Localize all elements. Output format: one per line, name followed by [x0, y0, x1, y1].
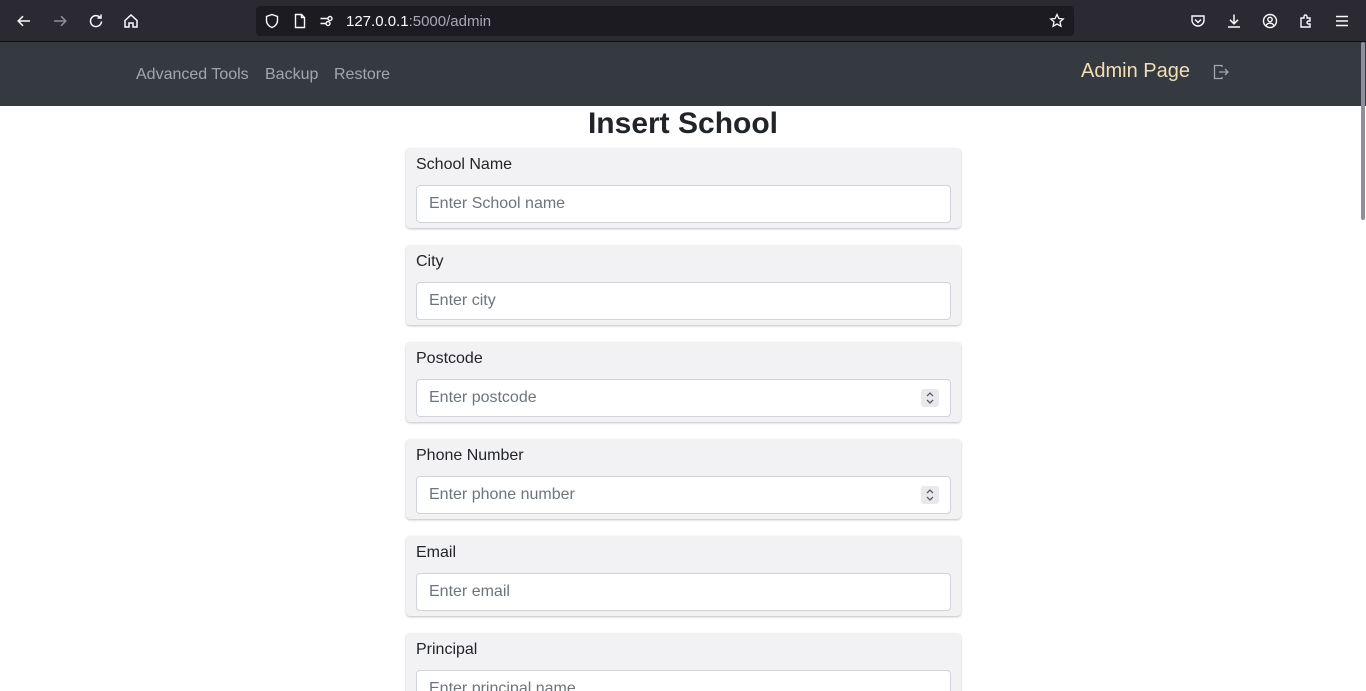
- phone-number-input[interactable]: [416, 476, 951, 514]
- navbar-brand[interactable]: Admin Page: [1081, 60, 1190, 83]
- logout-icon[interactable]: [1212, 63, 1230, 81]
- shield-icon[interactable]: [264, 13, 280, 29]
- pocket-icon[interactable]: [1186, 9, 1210, 33]
- browser-toolbar: 127.0.0.1:5000/admin: [0, 0, 1366, 42]
- downloads-icon[interactable]: [1222, 9, 1246, 33]
- phone-number-group: Phone Number: [406, 439, 961, 519]
- page-title: Insert School: [587, 107, 779, 140]
- phone-number-spinner-icon[interactable]: [921, 486, 939, 504]
- menu-icon[interactable]: [1330, 9, 1354, 33]
- page-icon[interactable]: [292, 13, 308, 29]
- bookmark-star-icon[interactable]: [1049, 13, 1065, 29]
- home-icon[interactable]: [119, 9, 143, 33]
- email-label: Email: [416, 544, 457, 561]
- postcode-spinner-icon[interactable]: [921, 389, 939, 407]
- principal-input[interactable]: [416, 670, 951, 691]
- permissions-icon[interactable]: [319, 13, 335, 29]
- address-bar[interactable]: 127.0.0.1:5000/admin: [256, 6, 1074, 36]
- email-group: Email: [406, 536, 961, 616]
- school-name-group: School Name: [406, 148, 961, 228]
- nav-link-restore[interactable]: Restore: [334, 66, 390, 84]
- back-icon[interactable]: [12, 9, 36, 33]
- nav-link-backup[interactable]: Backup: [265, 66, 318, 84]
- city-label: City: [416, 253, 444, 270]
- city-group: City: [406, 245, 961, 325]
- principal-label: Principal: [416, 641, 478, 658]
- phone-number-label: Phone Number: [416, 447, 524, 464]
- postcode-label: Postcode: [416, 350, 483, 367]
- forward-icon[interactable]: [48, 9, 72, 33]
- nav-link-advanced-tools[interactable]: Advanced Tools: [136, 66, 249, 84]
- school-name-input[interactable]: [416, 185, 951, 223]
- url-text[interactable]: 127.0.0.1:5000/admin: [346, 13, 491, 30]
- postcode-input[interactable]: [416, 379, 951, 417]
- app-navbar: Advanced Tools Backup Restore Admin Page: [0, 42, 1366, 106]
- extensions-icon[interactable]: [1294, 9, 1318, 33]
- school-name-label: School Name: [416, 156, 513, 173]
- account-icon[interactable]: [1258, 9, 1282, 33]
- city-input[interactable]: [416, 282, 951, 320]
- email-input[interactable]: [416, 573, 951, 611]
- principal-group: Principal: [406, 633, 961, 691]
- postcode-group: Postcode: [406, 342, 961, 422]
- reload-icon[interactable]: [84, 9, 108, 33]
